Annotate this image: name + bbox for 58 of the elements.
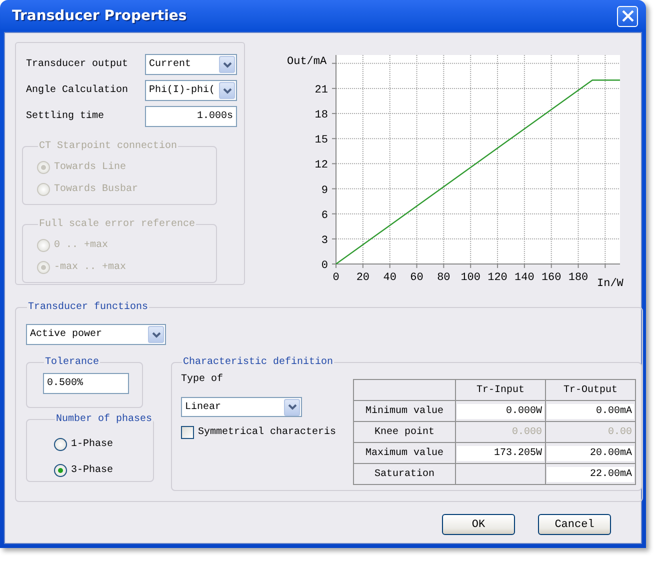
tick-label: 80	[437, 272, 450, 284]
checkbox[interactable]	[181, 426, 194, 439]
row-header: Maximum value	[354, 442, 456, 464]
tick-label: 120	[488, 272, 508, 284]
field-label: Transducer output	[26, 59, 130, 70]
dropdown[interactable]: Phi(I)-phi(	[145, 80, 237, 101]
tick-label: 20	[356, 272, 370, 284]
tick-label: 0	[332, 272, 340, 284]
radio-button[interactable]	[54, 438, 67, 450]
tick-label: 60	[410, 272, 424, 284]
radio-label[interactable]: 3-Phase	[71, 464, 114, 476]
table-input[interactable]: 0.00mA	[547, 404, 634, 418]
group-title: Transducer functions	[27, 302, 150, 313]
dropdown[interactable]: Linear	[181, 397, 302, 417]
tick-label: 0	[321, 260, 328, 272]
row-header: Minimum value	[354, 400, 456, 422]
tick-label: 140	[514, 272, 534, 284]
row-header: Knee point	[354, 422, 456, 442]
column-header: Tr-Output	[546, 380, 636, 400]
dropdown[interactable]: Active power	[26, 324, 166, 345]
field-label: Angle Calculation	[26, 85, 130, 96]
tick-label: 6	[321, 210, 328, 222]
table-input[interactable]: 22.00mA	[547, 466, 634, 482]
close-button[interactable]	[617, 6, 638, 26]
axis-title: Out/mA	[287, 56, 327, 68]
group-title: Full scale error reference	[38, 219, 196, 230]
checkbox-label[interactable]: Symmetrical characteris	[198, 427, 336, 438]
tick-label: 21	[314, 84, 328, 96]
group-title: Tolerance	[44, 357, 100, 368]
tick-label: 9	[321, 184, 328, 197]
radio-label[interactable]: 1-Phase	[71, 438, 114, 450]
group-title: Characteristic definition	[182, 357, 334, 368]
field-label: Type of	[181, 374, 224, 385]
column-header: Tr-Input	[456, 380, 546, 400]
window-title: Transducer Properties	[12, 8, 187, 24]
group-title: Number of phases	[55, 414, 154, 425]
row-header: Saturation	[354, 464, 456, 484]
dropdown[interactable]: Current	[145, 54, 237, 75]
tick-label: 15	[314, 134, 328, 147]
tick-label: 40	[383, 272, 396, 284]
field-label: Settling time	[26, 111, 106, 122]
dialog-button[interactable]: Cancel	[538, 514, 611, 535]
close-icon	[622, 10, 634, 22]
axis-title: In/W	[597, 278, 624, 290]
table-input[interactable]: 20.00mA	[547, 446, 634, 460]
input-field[interactable]: 1.000s	[145, 106, 237, 127]
tick-label: 3	[321, 234, 328, 247]
tick-label: 180	[568, 272, 588, 284]
tick-label: 160	[541, 272, 562, 284]
table-input[interactable]: 173.205W	[457, 446, 544, 460]
tick-label: 18	[314, 110, 328, 122]
tick-label: 100	[460, 272, 480, 284]
table-input[interactable]: 0.000W	[457, 404, 544, 418]
input-field[interactable]: 0.500%	[43, 373, 129, 394]
tick-label: 12	[314, 160, 328, 172]
group-title: CT Starpoint connection	[38, 141, 178, 152]
radio-button[interactable]	[54, 464, 67, 476]
dialog-button[interactable]: OK	[442, 514, 515, 535]
